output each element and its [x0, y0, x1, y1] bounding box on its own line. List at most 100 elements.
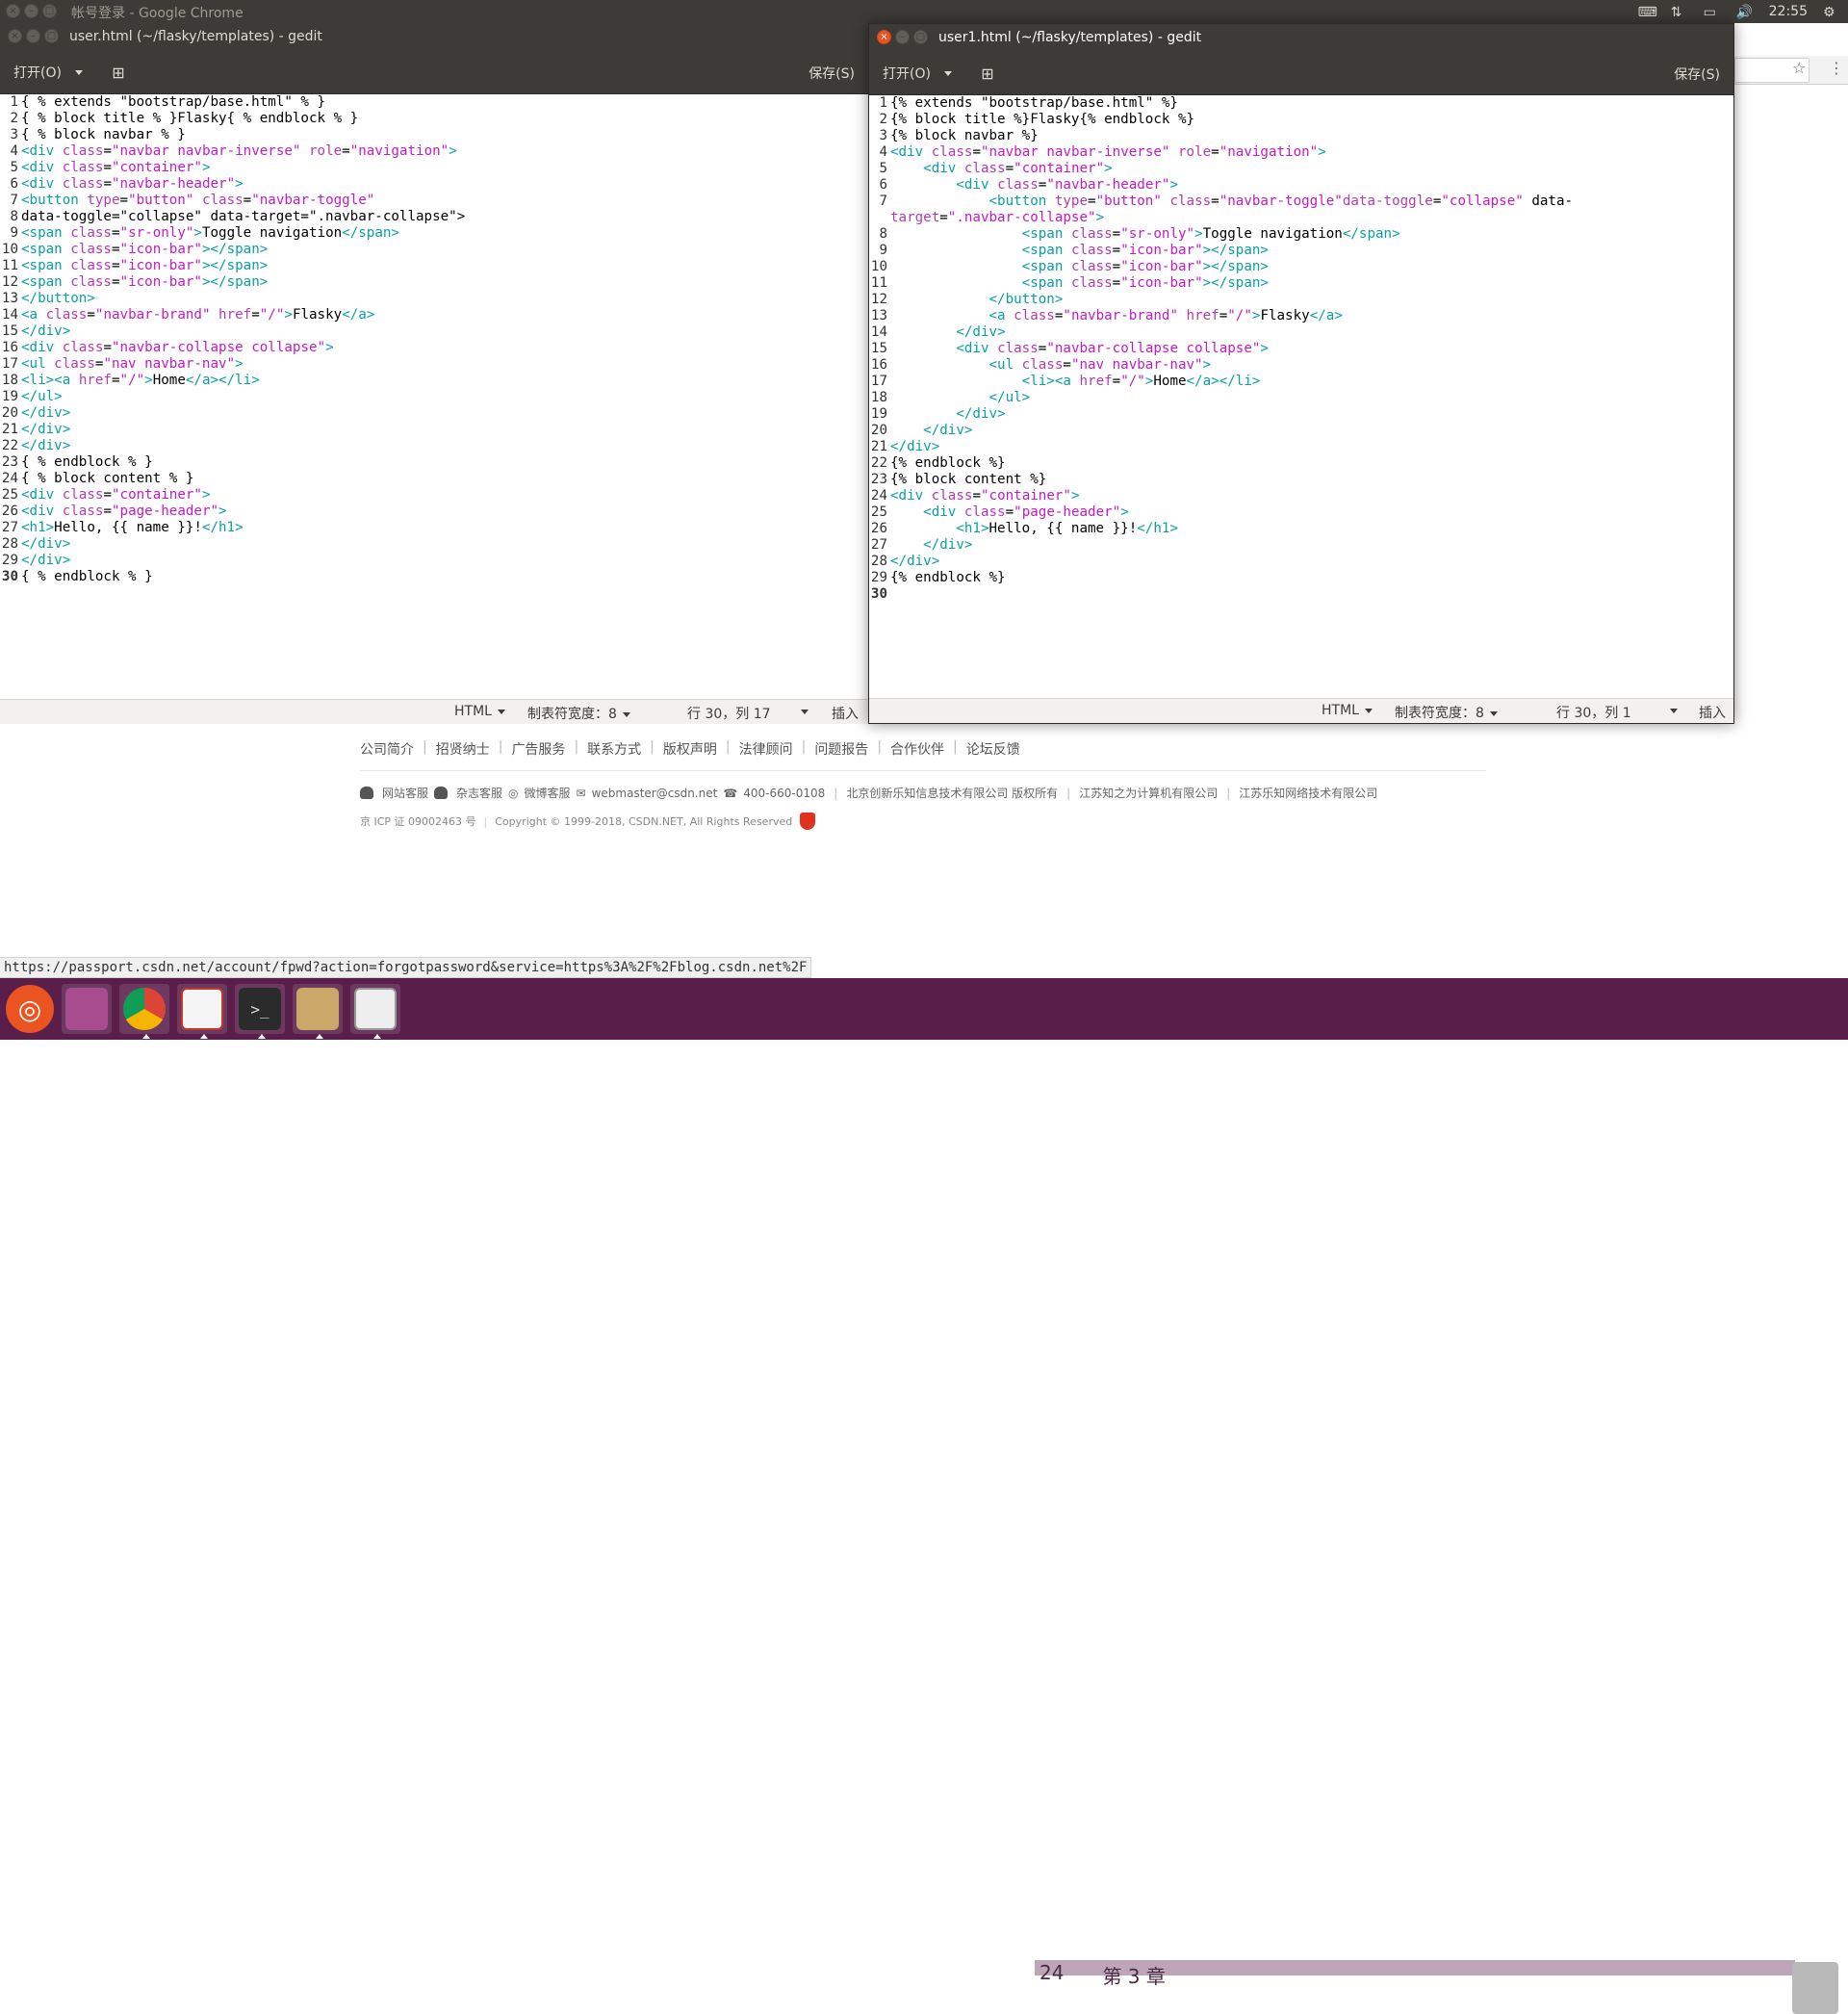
close-icon[interactable]: × — [877, 30, 891, 44]
footer-link[interactable]: 广告服务 — [511, 739, 565, 759]
text-editor[interactable]: 1{ % extends "bootstrap/base.html" % } 2{… — [0, 94, 868, 699]
footer-link[interactable]: 联系方式 — [587, 739, 641, 759]
code-line[interactable]: 26 <div class="page-header"> — [0, 504, 868, 520]
code-line[interactable]: 2 {% block title %}Flasky{% endblock %} — [869, 112, 1733, 128]
code-line[interactable]: 10 <span class="icon-bar"></span> — [869, 259, 1733, 275]
icp-number[interactable]: 京 ICP 证 09002463 号 — [360, 813, 476, 829]
code-line[interactable]: 4 <div class="navbar navbar-inverse" role… — [0, 143, 868, 160]
code-line[interactable]: 22 {% endblock %} — [869, 455, 1733, 472]
code-line[interactable]: 8 data-toggle="collapse" data-target=".na… — [0, 209, 868, 225]
code-line[interactable]: 15 </div> — [0, 323, 868, 340]
code-line[interactable]: 9 <span class="sr-only">Toggle navigation… — [0, 225, 868, 242]
save-button[interactable]: 保存(S) — [1668, 59, 1726, 88]
code-line[interactable]: 3{ % block navbar % } — [0, 127, 868, 143]
code-line[interactable]: 20 </div> — [0, 405, 868, 422]
menu-icon[interactable]: ⋮ — [1829, 59, 1844, 77]
code-line[interactable]: 15 <div class="navbar-collapse collapse"… — [869, 341, 1733, 357]
text-editor-icon[interactable] — [350, 984, 400, 1039]
terminal-icon[interactable]: >_ — [235, 984, 285, 1039]
code-line[interactable]: 18 </ul> — [869, 390, 1733, 406]
tab-width-selector[interactable]: 制表符宽度：8 — [527, 704, 630, 723]
maximize-icon[interactable]: □ — [44, 29, 59, 43]
code-line[interactable]: 1 {% extends "bootstrap/base.html" %} — [869, 95, 1733, 112]
code-line[interactable]: 28 </div> — [0, 536, 868, 553]
footer-link[interactable]: 问题报告 — [814, 739, 868, 759]
code-line[interactable]: 19 </div> — [869, 406, 1733, 423]
code-line[interactable]: target=".navbar-collapse"> — [869, 210, 1733, 226]
minimize-icon[interactable]: – — [26, 29, 40, 43]
code-line[interactable]: 23{ % endblock % } — [0, 454, 868, 471]
cursor-position[interactable]: 行 30，列 17 — [687, 704, 771, 723]
code-line[interactable]: 29 </div> — [0, 553, 868, 569]
open-button[interactable]: 打开(O) — [6, 58, 90, 87]
contact-item[interactable]: 微博客服 — [525, 785, 571, 801]
bookmark-star-icon[interactable]: ☆ — [1792, 59, 1806, 77]
volume-icon[interactable]: 🔊 — [1736, 5, 1754, 20]
archive-manager-icon[interactable] — [293, 984, 343, 1039]
code-line[interactable]: 25 <div class="container"> — [0, 487, 868, 504]
clock[interactable]: 22:55 — [1769, 4, 1808, 19]
code-line[interactable]: 6 <div class="navbar-header"> — [0, 176, 868, 193]
trash-icon[interactable] — [1792, 1962, 1838, 2014]
open-button[interactable]: 打开(O) — [875, 59, 960, 88]
language-selector[interactable]: HTML — [454, 704, 505, 719]
files-app-icon[interactable] — [62, 984, 112, 1034]
ubuntu-dash-icon[interactable]: ◎ — [6, 985, 54, 1033]
code-line[interactable]: 27 </div> — [869, 537, 1733, 554]
code-line[interactable]: 8 <span class="sr-only">Toggle navigatio… — [869, 226, 1733, 243]
close-icon[interactable]: × — [8, 29, 22, 43]
code-line[interactable]: 20 </div> — [869, 423, 1733, 439]
gear-icon[interactable]: ⚙ — [1823, 5, 1840, 20]
contact-item[interactable]: 杂志客服 — [456, 785, 502, 801]
footer-link[interactable]: 合作伙伴 — [890, 739, 944, 759]
footer-link[interactable]: 论坛反馈 — [966, 739, 1020, 759]
code-line[interactable]: 17 <li><a href="/">Home</a></li> — [869, 374, 1733, 390]
code-line[interactable]: 14 <a class="navbar-brand" href="/">Flask… — [0, 307, 868, 323]
save-button[interactable]: 保存(S) — [803, 58, 860, 87]
code-line[interactable]: 11 <span class="icon-bar"></span> — [869, 275, 1733, 292]
insert-mode[interactable]: 插入 — [832, 704, 859, 723]
code-line[interactable]: 12 <span class="icon-bar"></span> — [0, 274, 868, 291]
code-line[interactable]: 9 <span class="icon-bar"></span> — [869, 243, 1733, 259]
code-line[interactable]: 13 </button> — [0, 291, 868, 307]
code-line[interactable]: 5 <div class="container"> — [869, 161, 1733, 177]
police-badge-icon[interactable] — [800, 813, 816, 830]
code-line[interactable]: 24{ % block content % } — [0, 471, 868, 487]
code-line[interactable]: 22 </div> — [0, 438, 868, 454]
window-titlebar[interactable]: × – □ user.html (~/flasky/templates) - g… — [0, 23, 868, 50]
code-line[interactable]: 3 {% block navbar %} — [869, 128, 1733, 144]
footer-link[interactable]: 版权声明 — [663, 739, 717, 759]
pdf-reader-icon[interactable] — [177, 984, 227, 1039]
code-line[interactable]: 30 — [869, 586, 1733, 603]
insert-mode[interactable]: 插入 — [1699, 703, 1726, 722]
maximize-icon[interactable]: □ — [42, 4, 57, 18]
footer-link[interactable]: 招贤纳士 — [436, 739, 490, 759]
keyboard-icon[interactable]: ⌨ — [1638, 5, 1657, 20]
code-line[interactable]: 19 </ul> — [0, 389, 868, 405]
code-line[interactable]: 18 <li><a href="/">Home</a></li> — [0, 373, 868, 389]
code-line[interactable]: 1{ % extends "bootstrap/base.html" % } — [0, 94, 868, 111]
maximize-icon[interactable]: □ — [913, 30, 928, 44]
code-line[interactable]: 21 </div> — [0, 422, 868, 438]
code-line[interactable]: 11 <span class="icon-bar"></span> — [0, 258, 868, 274]
minimize-icon[interactable]: – — [24, 4, 38, 18]
code-line[interactable]: 25 <div class="page-header"> — [869, 504, 1733, 521]
language-selector[interactable]: HTML — [1322, 703, 1373, 718]
battery-icon[interactable]: ▭ — [1704, 5, 1721, 20]
code-line[interactable]: 12 </button> — [869, 292, 1733, 308]
close-icon[interactable]: × — [6, 4, 20, 18]
minimize-icon[interactable]: – — [895, 30, 910, 44]
code-line[interactable]: 29 {% endblock %} — [869, 570, 1733, 586]
new-tab-icon[interactable]: ⊞ — [104, 58, 133, 87]
code-line[interactable]: 10 <span class="icon-bar"></span> — [0, 242, 868, 258]
code-line[interactable]: 14 </div> — [869, 324, 1733, 341]
contact-item[interactable]: 网站客服 — [382, 785, 428, 801]
contact-item[interactable]: 江苏知之为计算机有限公司 — [1079, 785, 1218, 801]
chevron-down-icon[interactable] — [1664, 703, 1678, 718]
code-line[interactable]: 13 <a class="navbar-brand" href="/">Flas… — [869, 308, 1733, 324]
code-line[interactable]: 17 <ul class="nav navbar-nav"> — [0, 356, 868, 373]
code-line[interactable]: 16 <div class="navbar-collapse collapse"> — [0, 340, 868, 356]
code-line[interactable]: 24 <div class="container"> — [869, 488, 1733, 504]
code-line[interactable]: 27 <h1>Hello, {{ name }}!</h1> — [0, 520, 868, 536]
footer-link[interactable]: 法律顾问 — [739, 739, 793, 759]
